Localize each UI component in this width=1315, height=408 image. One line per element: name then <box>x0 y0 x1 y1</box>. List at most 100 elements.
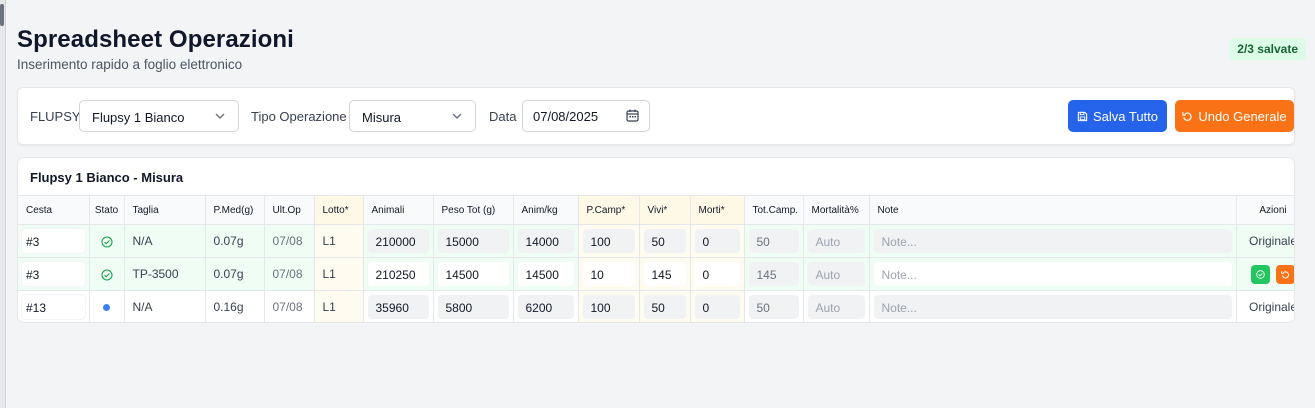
page-header: Spreadsheet Operazioni Inserimento rapid… <box>17 26 294 72</box>
tipo-operazione-label: Tipo Operazione <box>251 109 347 124</box>
calendar-icon[interactable] <box>626 109 639 122</box>
col-header-taglia: Taglia <box>124 195 206 225</box>
cesta-cell[interactable]: #3 <box>22 229 85 253</box>
col-header-morti: Morti* <box>690 195 745 225</box>
animali-input[interactable]: 210000 <box>367 229 429 253</box>
note-input[interactable]: Note... <box>873 262 1232 286</box>
azioni-original-label: Originale <box>1248 300 1295 314</box>
row-undo-button[interactable] <box>1275 264 1294 284</box>
check-circle-icon <box>100 236 113 248</box>
toolbar: FLUPSY Flupsy 1 Bianco Tipo Operazione M… <box>17 87 1295 145</box>
scroll-handle[interactable] <box>0 4 4 26</box>
page-subtitle: Inserimento rapido a foglio elettronico <box>17 57 243 72</box>
check-circle-icon <box>1256 269 1266 279</box>
peso-tot-input[interactable]: 15000 <box>437 229 509 253</box>
tot-camp-cell: 145 <box>748 262 799 286</box>
pcamp-input[interactable]: 10 <box>582 262 635 286</box>
grid-title: Flupsy 1 Bianco - Misura <box>30 170 184 185</box>
morti-input[interactable]: 0 <box>694 295 740 319</box>
tot-camp-cell: 50 <box>748 229 799 253</box>
pmed-cell: 0.07g <box>213 267 244 281</box>
pmed-cell: 0.16g <box>213 300 244 314</box>
note-input[interactable]: Note... <box>873 295 1232 319</box>
undo-icon <box>1182 111 1193 121</box>
col-header-stato: Stato <box>89 195 125 225</box>
col-header-lotto: Lotto* <box>314 195 364 225</box>
lotto-cell[interactable]: L1 <box>319 234 336 248</box>
flupsy-label: FLUPSY <box>30 109 81 124</box>
vivi-input[interactable]: 50 <box>643 295 686 319</box>
table-row: #3 N/A 0.07g 07/08 L1 210000 15000 14000… <box>18 224 1295 258</box>
cesta-cell[interactable]: #13 <box>22 295 85 319</box>
note-input[interactable]: Note... <box>873 229 1232 253</box>
pcamp-input[interactable]: 100 <box>582 229 635 253</box>
col-header-pmed: P.Med(g) <box>205 195 265 225</box>
mortalita-cell: Auto <box>807 262 865 286</box>
table-header-row: Cesta Stato Taglia P.Med(g) Ult.Op Lotto… <box>18 195 1294 225</box>
date-value: 07/08/2025 <box>533 109 599 124</box>
saved-count-badge: 2/3 salvate <box>1229 38 1306 60</box>
morti-input[interactable]: 0 <box>694 262 740 286</box>
anim-kg-input[interactable]: 6200 <box>517 295 574 319</box>
azioni-original-label: Originale <box>1248 234 1295 248</box>
col-header-cesta: Cesta <box>18 195 90 225</box>
data-label: Data <box>489 109 517 124</box>
peso-tot-input[interactable]: 5800 <box>437 295 509 319</box>
col-header-vivi: Vivi* <box>639 195 691 225</box>
col-header-azioni: Azioni <box>1236 195 1294 225</box>
undo-icon <box>1280 270 1289 278</box>
ultop-cell: 07/08 <box>272 234 303 248</box>
col-header-note: Note <box>869 195 1237 225</box>
pending-dot-icon <box>103 304 110 312</box>
operations-grid-card: Flupsy 1 Bianco - Misura Cesta Stato Tag… <box>17 157 1295 323</box>
flupsy-select[interactable]: Flupsy 1 Bianco <box>79 100 239 132</box>
morti-input[interactable]: 0 <box>694 229 740 253</box>
page-title: Spreadsheet Operazioni <box>17 26 294 53</box>
table-row: #3 TP-3500 0.07g 07/08 L1 210250 14500 1… <box>18 257 1294 291</box>
flupsy-select-value: Flupsy 1 Bianco <box>92 110 185 125</box>
tipo-operazione-value: Misura <box>362 110 402 125</box>
save-all-button[interactable]: Salva Tutto <box>1068 100 1167 132</box>
check-circle-icon <box>100 269 113 281</box>
date-input[interactable]: 07/08/2025 <box>522 100 650 132</box>
vivi-input[interactable]: 50 <box>643 229 686 253</box>
vivi-input[interactable]: 145 <box>643 262 686 286</box>
peso-tot-input[interactable]: 14500 <box>437 262 509 286</box>
save-icon <box>1077 111 1088 121</box>
col-header-peso-tot: Peso Tot (g) <box>433 195 514 225</box>
lotto-cell[interactable]: L1 <box>319 300 336 314</box>
animali-input[interactable]: 210250 <box>367 262 429 286</box>
chevron-down-icon <box>452 113 462 119</box>
col-header-animali: Animali <box>363 195 434 225</box>
mortalita-cell: Auto <box>807 295 865 319</box>
undo-all-button[interactable]: Undo Generale <box>1175 100 1294 132</box>
row-actions <box>1236 257 1294 291</box>
operations-table: Cesta Stato Taglia P.Med(g) Ult.Op Lotto… <box>18 195 1295 322</box>
page: Spreadsheet Operazioni Inserimento rapid… <box>6 0 1315 408</box>
tipo-operazione-select[interactable]: Misura <box>349 100 476 132</box>
col-header-pcamp: P.Camp* <box>578 195 640 225</box>
lotto-cell[interactable]: L1 <box>319 267 336 281</box>
table-row: #13 N/A 0.16g 07/08 L1 35960 5800 6200 1… <box>18 290 1295 322</box>
anim-kg-input[interactable]: 14500 <box>517 262 574 286</box>
ultop-cell: 07/08 <box>272 267 303 281</box>
save-all-label: Salva Tutto <box>1092 108 1159 124</box>
taglia-cell: N/A <box>132 300 153 314</box>
undo-all-label: Undo Generale <box>1198 108 1287 124</box>
col-header-tot-camp: Tot.Camp. <box>744 195 804 225</box>
row-save-button[interactable] <box>1251 264 1271 284</box>
ultop-cell: 07/08 <box>272 300 303 314</box>
tot-camp-cell: 50 <box>748 295 799 319</box>
col-header-anim-kg: Anim/kg <box>513 195 579 225</box>
taglia-cell: TP-3500 <box>132 267 179 281</box>
cesta-cell[interactable]: #3 <box>22 262 85 286</box>
taglia-cell: N/A <box>132 234 153 248</box>
chevron-down-icon <box>215 113 225 119</box>
anim-kg-input[interactable]: 14000 <box>517 229 574 253</box>
col-header-mortalita: Mortalità% <box>803 195 870 225</box>
col-header-ultop: Ult.Op <box>264 195 315 225</box>
pcamp-input[interactable]: 100 <box>582 295 635 319</box>
mortalita-cell: Auto <box>807 229 865 253</box>
pmed-cell: 0.07g <box>213 234 244 248</box>
animali-input[interactable]: 35960 <box>367 295 429 319</box>
